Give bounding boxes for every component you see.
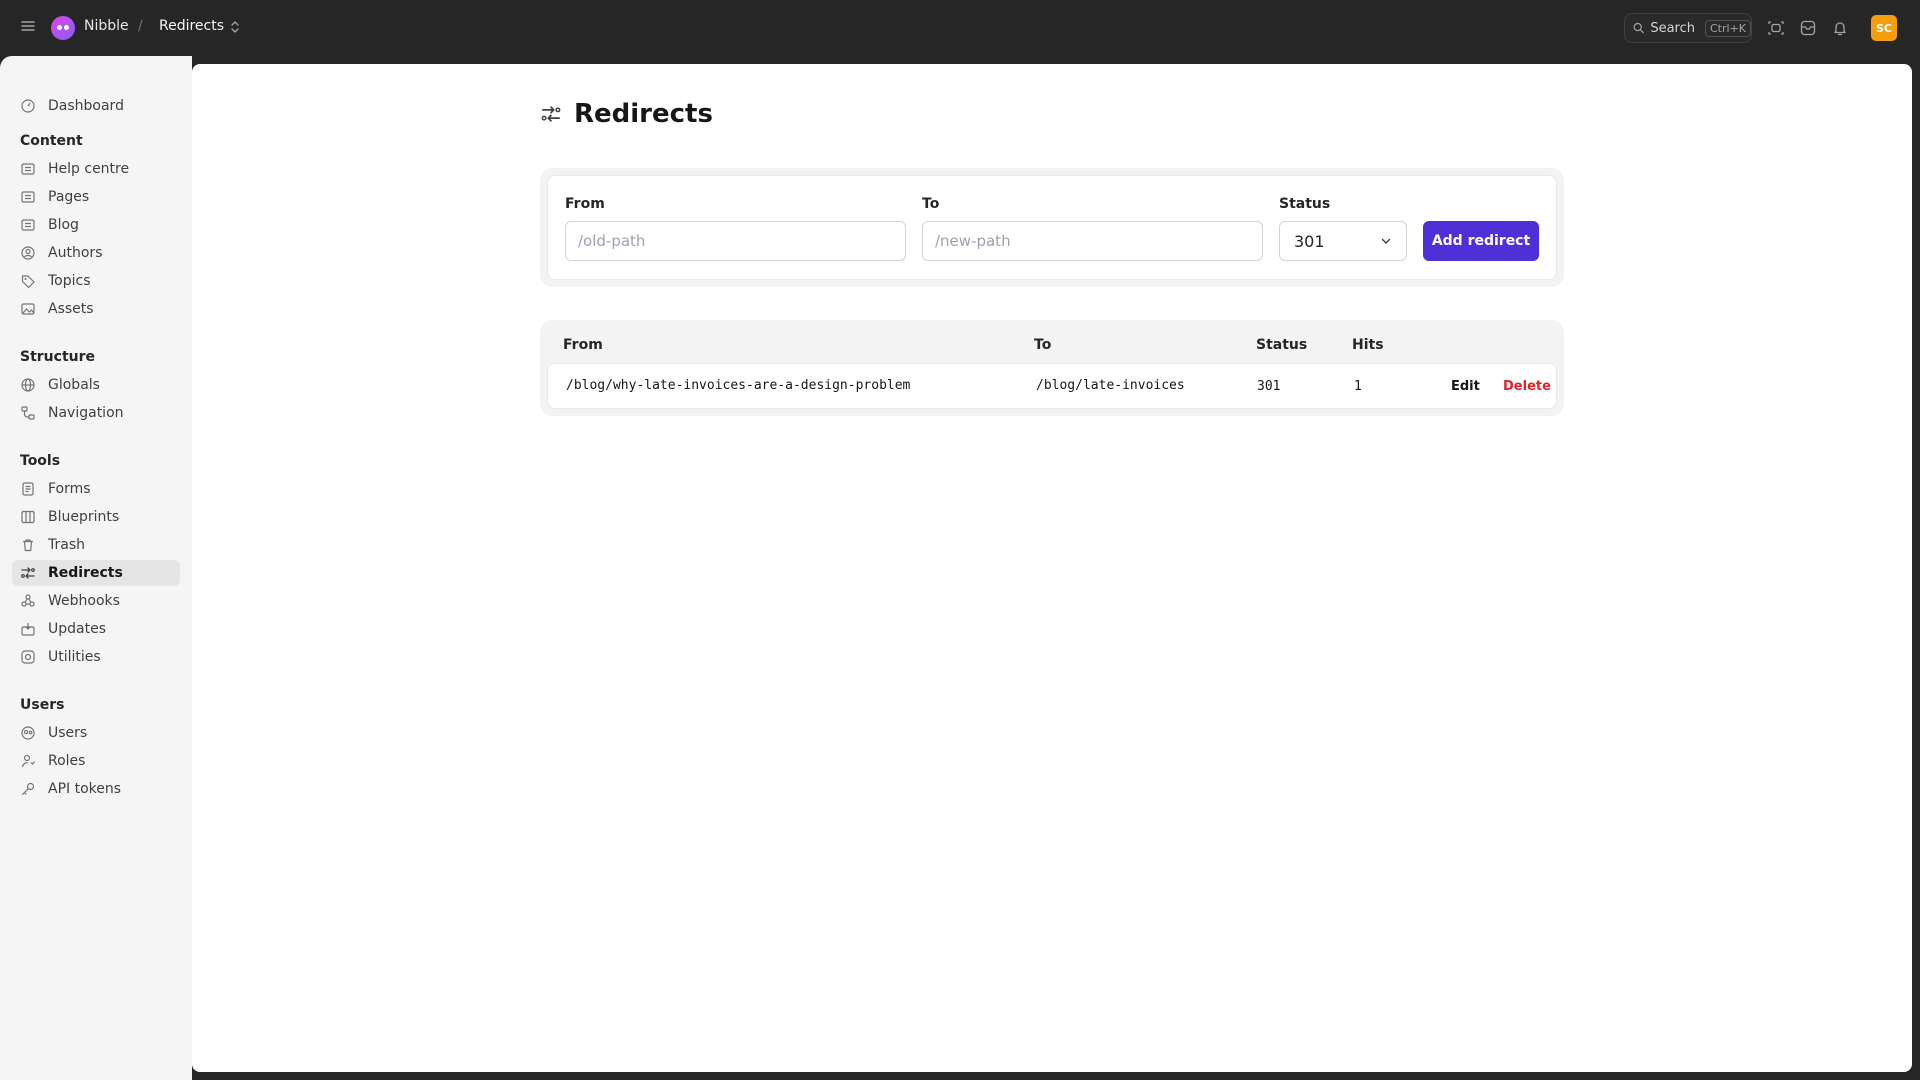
globe-icon <box>21 378 35 392</box>
user-circle-icon <box>21 246 35 260</box>
status-select-value: 301 <box>1294 231 1325 251</box>
section-users: Users <box>20 697 65 713</box>
search-icon <box>1633 22 1644 34</box>
chevron-down-icon <box>1381 238 1391 244</box>
status-label: Status <box>1279 196 1331 212</box>
utilities-icon <box>21 650 35 664</box>
from-input[interactable] <box>565 221 906 261</box>
collection-icon <box>21 191 35 203</box>
collection-icon <box>21 163 35 175</box>
status-select[interactable]: 301 <box>1279 221 1407 261</box>
key-icon <box>21 782 35 796</box>
menu-icon[interactable] <box>20 18 36 34</box>
sidebar-item-label: Navigation <box>48 405 124 421</box>
sidebar-item-globals[interactable]: Globals <box>12 372 180 398</box>
sidebar-item-utilities[interactable]: Utilities <box>12 644 180 670</box>
inbox-icon[interactable] <box>1799 19 1817 37</box>
bell-icon[interactable] <box>1831 19 1849 37</box>
page-header: Redirects <box>540 99 713 129</box>
chevron-updown-icon[interactable] <box>228 19 242 35</box>
tag-icon <box>21 275 35 289</box>
webhook-icon <box>21 594 35 607</box>
sidebar-item-redirects[interactable]: Redirects <box>12 560 180 586</box>
search-label: Search <box>1650 20 1695 36</box>
sidebar-item-label: Webhooks <box>48 593 120 609</box>
column-header-hits: Hits <box>1352 337 1384 353</box>
sidebar-item-label: Forms <box>48 481 91 497</box>
top-bar: Nibble / Redirects Search Ctrl+K SC <box>0 0 1920 56</box>
sidebar-item-label: Authors <box>48 245 103 261</box>
column-header-from: From <box>563 337 603 353</box>
column-header-to: To <box>1034 337 1052 353</box>
sidebar-item-label: Topics <box>48 273 91 289</box>
sidebar-item-label: Help centre <box>48 161 130 177</box>
site-name-link[interactable]: Nibble <box>84 18 129 34</box>
sidebar-item-label: Users <box>48 725 88 741</box>
redirect-icon <box>541 106 561 122</box>
redirect-icon <box>21 567 35 579</box>
trash-icon <box>23 539 33 552</box>
global-search-button[interactable]: Search Ctrl+K <box>1624 13 1752 43</box>
sidebar-item-blueprints[interactable]: Blueprints <box>12 504 180 530</box>
section-tools: Tools <box>20 453 61 469</box>
sidebar-item-updates[interactable]: Updates <box>12 616 180 642</box>
to-label: To <box>922 196 940 212</box>
role-icon <box>21 754 35 768</box>
sidebar-item-webhooks[interactable]: Webhooks <box>12 588 180 614</box>
users-icon <box>21 726 35 740</box>
sidebar-item-dashboard[interactable]: Dashboard <box>12 93 180 119</box>
sidebar-item-label: Redirects <box>48 565 123 581</box>
sidebar-item-api-tokens[interactable]: API tokens <box>12 776 180 802</box>
sitemap-icon <box>21 406 35 420</box>
sidebar-item-navigation[interactable]: Navigation <box>12 400 180 426</box>
sidebar-item-label: Updates <box>48 621 106 637</box>
sidebar-item-label: Assets <box>48 301 94 317</box>
to-input[interactable] <box>922 221 1263 261</box>
sidebar-item-label: API tokens <box>48 781 122 797</box>
form-icon <box>22 482 34 496</box>
site-logo[interactable] <box>51 16 75 40</box>
sidebar-item-assets[interactable]: Assets <box>12 296 180 322</box>
sidebar-item-help-centre[interactable]: Help centre <box>12 156 180 182</box>
row-status: 301 <box>1257 379 1281 394</box>
row-from-path: /blog/why-late-invoices-are-a-design-pro… <box>566 378 911 393</box>
collection-icon <box>21 219 35 231</box>
sidebar-item-label: Utilities <box>48 649 101 665</box>
sidebar-item-users[interactable]: Users <box>12 720 180 746</box>
sidebar-item-authors[interactable]: Authors <box>12 240 180 266</box>
breadcrumb-current[interactable]: Redirects <box>159 18 224 34</box>
section-structure: Structure <box>20 349 96 365</box>
row-hits: 1 <box>1354 379 1362 394</box>
view-site-icon[interactable] <box>1767 19 1785 37</box>
page-title: Redirects <box>574 99 713 129</box>
dashboard-icon <box>21 99 35 113</box>
sidebar-item-topics[interactable]: Topics <box>12 268 180 294</box>
sidebar-item-roles[interactable]: Roles <box>12 748 180 774</box>
image-icon <box>21 303 35 315</box>
row-to-path: /blog/late-invoices <box>1036 378 1185 393</box>
sidebar-item-label: Blueprints <box>48 509 120 525</box>
sidebar-item-pages[interactable]: Pages <box>12 184 180 210</box>
sidebar-item-label: Globals <box>48 377 100 393</box>
section-content: Content <box>20 133 83 149</box>
search-shortcut: Ctrl+K <box>1704 19 1751 37</box>
sidebar-item-forms[interactable]: Forms <box>12 476 180 502</box>
sidebar: Dashboard Content Help centre Pages Blog… <box>0 56 192 1080</box>
delete-redirect-button[interactable]: Delete <box>1503 379 1551 394</box>
sidebar-item-label: Roles <box>48 753 86 769</box>
sidebar-item-trash[interactable]: Trash <box>12 532 180 558</box>
blueprint-icon <box>21 510 35 524</box>
sidebar-item-blog[interactable]: Blog <box>12 212 180 238</box>
sidebar-item-label: Pages <box>48 189 90 205</box>
user-avatar[interactable]: SC <box>1871 15 1897 41</box>
breadcrumb-separator: / <box>138 18 143 34</box>
column-header-status: Status <box>1256 337 1308 353</box>
sidebar-item-label: Dashboard <box>48 98 124 114</box>
edit-redirect-button[interactable]: Edit <box>1451 379 1480 394</box>
add-redirect-button[interactable]: Add redirect <box>1423 221 1539 261</box>
from-label: From <box>565 196 605 212</box>
sidebar-item-label: Blog <box>48 217 79 233</box>
sidebar-item-label: Trash <box>48 537 85 553</box>
package-icon <box>21 623 35 636</box>
